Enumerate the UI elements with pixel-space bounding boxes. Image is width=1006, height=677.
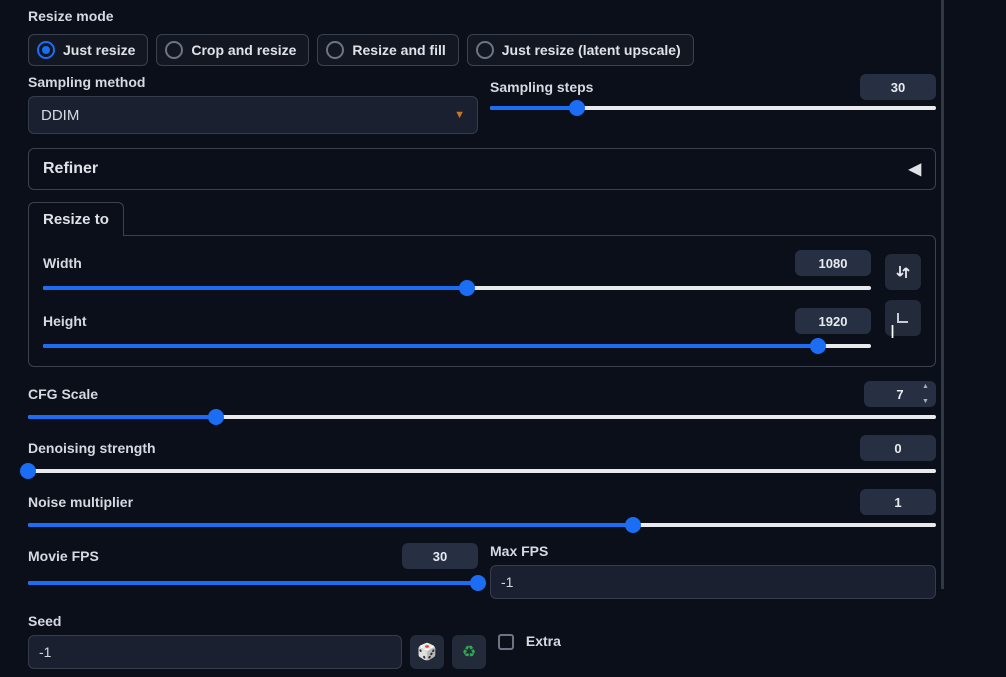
denoising-slider[interactable] <box>28 467 936 475</box>
height-value[interactable]: 1920 <box>795 308 871 334</box>
refiner-label: Refiner <box>43 160 98 178</box>
extra-checkbox[interactable] <box>498 634 514 650</box>
sampling-steps-label: Sampling steps <box>490 79 593 95</box>
reuse-seed-button[interactable]: ♻ <box>452 635 486 669</box>
seed-label: Seed <box>28 613 486 629</box>
radio-label: Crop and resize <box>191 42 296 58</box>
ruler-icon <box>895 310 911 326</box>
recycle-icon: ♻ <box>462 642 476 662</box>
sampling-steps-value[interactable]: 30 <box>860 74 936 100</box>
radio-icon <box>37 41 55 59</box>
sampling-method-value: DDIM <box>41 107 79 124</box>
max-fps-input[interactable] <box>490 565 936 599</box>
width-label: Width <box>43 255 82 271</box>
resize-mode-option-resize-and-fill[interactable]: Resize and fill <box>317 34 458 66</box>
denoising-label: Denoising strength <box>28 440 156 456</box>
sampling-method-select[interactable]: DDIM ▼ <box>28 96 478 134</box>
stepper-icon[interactable]: ▲▼ <box>922 383 934 405</box>
cfg-scale-value[interactable]: 7 ▲▼ <box>864 381 936 407</box>
swap-dimensions-button[interactable] <box>885 254 921 290</box>
movie-fps-slider[interactable] <box>28 579 478 587</box>
swap-icon <box>895 264 911 280</box>
radio-label: Just resize (latent upscale) <box>502 42 681 58</box>
radio-icon <box>165 41 183 59</box>
dimensions-box: Width 1080 Height 1920 <box>28 235 936 367</box>
radio-icon <box>476 41 494 59</box>
resize-mode-option-crop-and-resize[interactable]: Crop and resize <box>156 34 309 66</box>
collapse-left-icon: ◀ <box>909 159 921 179</box>
seed-input[interactable] <box>28 635 402 669</box>
height-label: Height <box>43 313 87 329</box>
radio-icon <box>326 41 344 59</box>
detect-size-button[interactable] <box>885 300 921 336</box>
resize-mode-option-just-resize[interactable]: Just resize <box>28 34 148 66</box>
random-seed-button[interactable]: 🎲 <box>410 635 444 669</box>
settings-panel: Resize mode Just resize Crop and resize … <box>20 0 944 677</box>
resize-to-tab[interactable]: Resize to <box>28 202 124 236</box>
height-slider[interactable] <box>43 342 871 350</box>
resize-mode-group: Just resize Crop and resize Resize and f… <box>28 34 936 66</box>
radio-label: Resize and fill <box>352 42 445 58</box>
refiner-accordion[interactable]: Refiner ◀ <box>28 148 936 190</box>
sampling-method-label: Sampling method <box>28 74 478 90</box>
chevron-down-icon: ▼ <box>454 109 465 121</box>
resize-mode-option-latent-upscale[interactable]: Just resize (latent upscale) <box>467 34 694 66</box>
noise-multiplier-label: Noise multiplier <box>28 494 133 510</box>
noise-multiplier-slider[interactable] <box>28 521 936 529</box>
resize-mode-label: Resize mode <box>28 8 936 24</box>
noise-multiplier-value[interactable]: 1 <box>860 489 936 515</box>
movie-fps-label: Movie FPS <box>28 548 99 564</box>
extra-label: Extra <box>526 633 561 649</box>
denoising-value[interactable]: 0 <box>860 435 936 461</box>
panel-border <box>941 0 944 589</box>
movie-fps-value[interactable]: 30 <box>402 543 478 569</box>
dice-icon: 🎲 <box>417 642 437 662</box>
cfg-scale-label: CFG Scale <box>28 386 98 402</box>
sampling-steps-slider[interactable] <box>490 104 936 112</box>
radio-label: Just resize <box>63 42 135 58</box>
width-slider[interactable] <box>43 284 871 292</box>
width-value[interactable]: 1080 <box>795 250 871 276</box>
cfg-scale-slider[interactable] <box>28 413 936 421</box>
max-fps-label: Max FPS <box>490 543 936 559</box>
